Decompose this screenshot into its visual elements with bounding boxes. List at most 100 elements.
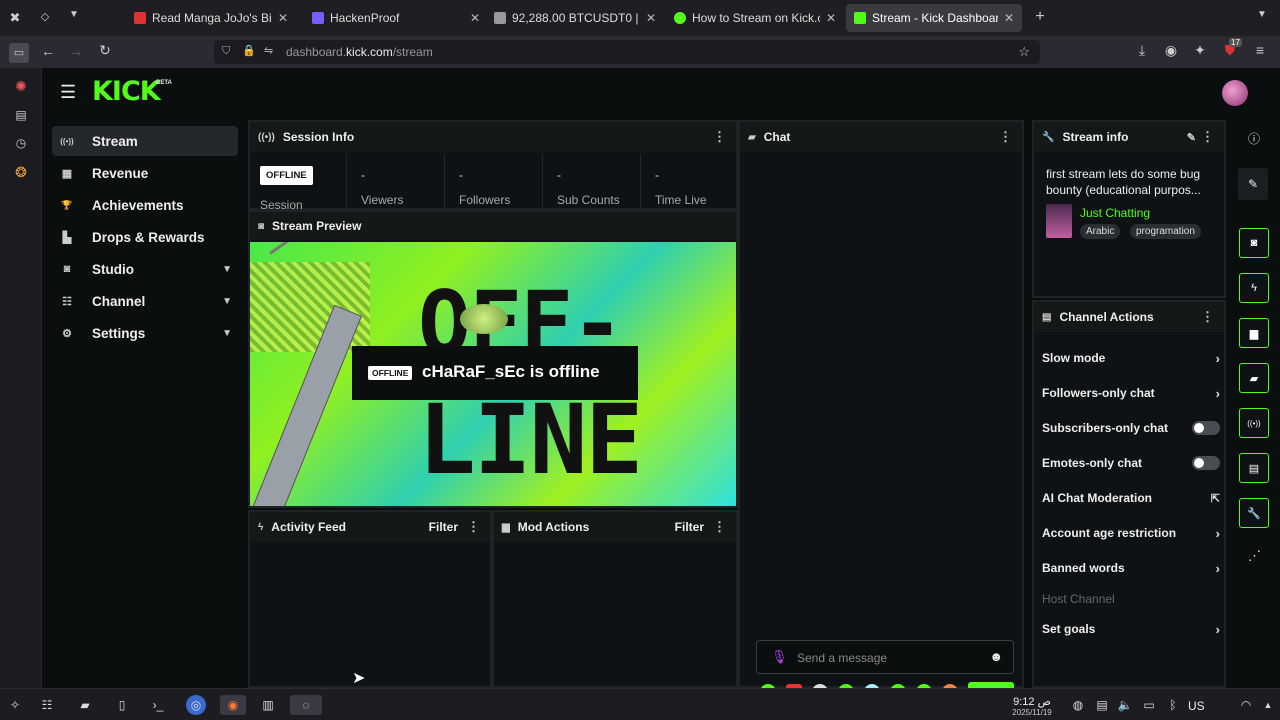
banned-words-row[interactable]: Banned words › bbox=[1042, 556, 1220, 580]
emoji-picker-icon[interactable]: ☻ bbox=[989, 649, 1003, 664]
trash-icon[interactable]: ▥ bbox=[258, 695, 278, 715]
tab-close-icon[interactable]: ✕ bbox=[278, 11, 288, 25]
panel-title: Chat bbox=[763, 130, 791, 144]
tab-how-to-stream[interactable]: How to Stream on Kick.con ✕ bbox=[666, 4, 844, 32]
followers-only-row[interactable]: Followers-only chat › bbox=[1042, 381, 1220, 405]
wifi-icon[interactable]: ◠ bbox=[1236, 695, 1256, 715]
terminal-icon[interactable]: ›_ bbox=[148, 695, 168, 715]
sidebar-extension-icon[interactable]: ❂ bbox=[11, 164, 31, 181]
new-tab-plus-icon[interactable]: + bbox=[1030, 8, 1050, 26]
app-launcher-icon[interactable]: ✧ bbox=[5, 695, 25, 715]
tab-hackenproof[interactable]: HackenProof ✕ bbox=[304, 4, 488, 32]
clock[interactable]: ص 9:12 bbox=[1004, 695, 1060, 708]
bookmark-star-icon[interactable]: ☆ bbox=[1018, 44, 1030, 60]
menu-hamburger-icon[interactable]: ≡ bbox=[1250, 42, 1270, 58]
kebab-menu-icon[interactable]: ⋮ bbox=[713, 129, 726, 145]
ai-chat-moderation-row[interactable]: AI Chat Moderation ⇱ bbox=[1042, 486, 1220, 510]
extensions-icon[interactable]: ✦ bbox=[1190, 42, 1210, 59]
tool-channel-actions-icon[interactable]: ▤ bbox=[1239, 453, 1269, 483]
stream-info-header: 🔧 Stream info ✎ ⋮ bbox=[1034, 122, 1224, 152]
nav-item-stream[interactable]: ((•)) Stream bbox=[52, 126, 238, 156]
kebab-menu-icon[interactable]: ⋮ bbox=[1201, 129, 1214, 145]
tab-close-icon[interactable]: ✕ bbox=[1004, 11, 1014, 25]
set-goals-row[interactable]: Set goals › bbox=[1042, 617, 1220, 641]
account-icon[interactable]: ◉ bbox=[1161, 42, 1181, 59]
obs-tray-icon[interactable]: ◍ bbox=[1068, 695, 1088, 715]
info-icon[interactable]: ⓘ bbox=[1248, 130, 1260, 147]
tab-close-icon[interactable]: ✕ bbox=[646, 11, 656, 25]
account-age-row[interactable]: Account age restriction › bbox=[1042, 521, 1220, 545]
kebab-menu-icon[interactable]: ⋮ bbox=[1201, 309, 1214, 325]
row-label: Followers-only chat bbox=[1042, 386, 1155, 400]
tool-chat-icon[interactable]: ▰ bbox=[1239, 363, 1269, 393]
tool-mod-actions-icon[interactable]: ▆ bbox=[1239, 318, 1269, 348]
tab-manga[interactable]: Read Manga JoJo's Bizarre ✕ bbox=[126, 4, 296, 32]
emotes-only-toggle[interactable] bbox=[1192, 456, 1220, 470]
nav-item-revenue[interactable]: ▦ Revenue bbox=[52, 158, 238, 188]
kebab-menu-icon[interactable]: ⋮ bbox=[999, 129, 1012, 145]
tag-chip[interactable]: Arabic bbox=[1080, 224, 1121, 239]
nav-item-achievements[interactable]: 🏆 Achievements bbox=[52, 190, 238, 220]
lock-icon[interactable]: 🔒 bbox=[242, 44, 256, 57]
tool-activity-icon[interactable]: ϟ bbox=[1239, 273, 1269, 303]
tray-expand-icon[interactable]: ▲ bbox=[1258, 695, 1278, 715]
manga-favicon-icon bbox=[134, 12, 146, 24]
tag-chip[interactable]: programation bbox=[1130, 224, 1201, 239]
file-manager-icon[interactable]: ▰ bbox=[75, 695, 95, 715]
sidebar-ai-icon[interactable]: ✺ bbox=[11, 78, 31, 95]
tab-kick-dashboard[interactable]: Stream - Kick Dashboard ✕ bbox=[846, 4, 1022, 32]
nav-item-drops-rewards[interactable]: ▙ Drops & Rewards bbox=[52, 222, 238, 252]
slow-mode-row[interactable]: Slow mode › bbox=[1042, 346, 1220, 370]
category-link[interactable]: Just Chatting bbox=[1080, 206, 1150, 220]
nav-item-channel[interactable]: ☷ Channel ▼ bbox=[52, 286, 238, 316]
list-all-tabs-icon[interactable]: ▼ bbox=[1252, 9, 1272, 20]
reload-icon[interactable]: ↻ bbox=[95, 42, 115, 59]
nav-item-settings[interactable]: ⚙ Settings ▼ bbox=[52, 318, 238, 348]
edit-pencil-icon[interactable]: ✎ bbox=[1187, 131, 1196, 144]
nav-label: Settings bbox=[92, 325, 146, 341]
kebab-menu-icon[interactable]: ⋮ bbox=[713, 519, 726, 535]
mod-filter-button[interactable]: Filter bbox=[675, 520, 704, 534]
chat-input[interactable]: 🎙 Send a message ☻ bbox=[756, 640, 1014, 674]
tool-session-icon[interactable]: ((•)) bbox=[1239, 408, 1269, 438]
task-manager-icon[interactable]: ☷ bbox=[37, 695, 57, 715]
permissions-icon[interactable]: ⇋ bbox=[264, 44, 273, 57]
bluetooth-icon[interactable]: ᛒ bbox=[1163, 695, 1183, 715]
sidebar-bookmarks-icon[interactable]: ▤ bbox=[11, 108, 31, 122]
tab-list-chevron-icon[interactable]: ▼ bbox=[64, 9, 84, 20]
battery-icon[interactable]: ▭ bbox=[1139, 695, 1159, 715]
microphone-icon[interactable]: 🎙 bbox=[771, 649, 788, 665]
keyboard-layout[interactable]: US bbox=[1188, 699, 1205, 713]
downloads-icon[interactable]: ⤓ bbox=[1132, 42, 1152, 59]
kick-logo[interactable]: KICK bbox=[92, 76, 161, 107]
firefox-icon[interactable]: ◉ bbox=[220, 695, 246, 715]
url-bar[interactable]: ⛉ 🔒 ⇋ dashboard. kick.com/stream ☆ bbox=[214, 40, 1040, 64]
sidebar-history-icon[interactable]: ◷ bbox=[11, 136, 31, 150]
tool-stream-info-icon[interactable]: 🔧 bbox=[1239, 498, 1269, 528]
tab-close-icon[interactable]: ✕ bbox=[470, 11, 480, 25]
overview-icon[interactable]: ◇ bbox=[35, 10, 55, 23]
window-close-icon[interactable]: ✖ bbox=[5, 10, 25, 26]
kebab-menu-icon[interactable]: ⋮ bbox=[467, 519, 480, 535]
edit-layout-pencil-icon[interactable]: ✎ bbox=[1238, 168, 1268, 200]
activity-filter-button[interactable]: Filter bbox=[429, 520, 458, 534]
user-avatar[interactable] bbox=[1222, 80, 1248, 106]
share-icon[interactable]: ⋰ bbox=[1248, 548, 1261, 564]
app-icon[interactable]: ◎ bbox=[186, 695, 206, 715]
nav-item-studio[interactable]: ◙ Studio ▼ bbox=[52, 254, 238, 284]
clipboard-icon[interactable]: ▤ bbox=[1092, 695, 1112, 715]
stat-value: - bbox=[459, 168, 463, 182]
shield-icon[interactable]: ⛉ bbox=[222, 45, 230, 58]
forward-arrow-icon[interactable]: → bbox=[66, 43, 86, 59]
tab-close-icon[interactable]: ✕ bbox=[826, 11, 836, 25]
hamburger-menu-icon[interactable]: ☰ bbox=[60, 82, 76, 103]
volume-icon[interactable]: 🔈 bbox=[1115, 695, 1135, 715]
tab-btcusdt[interactable]: 92,288.00 BTCUSDT0 | Nac ✕ bbox=[486, 4, 664, 32]
document-icon[interactable]: ▯ bbox=[112, 695, 132, 715]
sidebar-toggle-icon[interactable]: ▭ bbox=[9, 43, 29, 63]
back-arrow-icon[interactable]: ← bbox=[38, 43, 58, 59]
subscribers-only-toggle[interactable] bbox=[1192, 421, 1220, 435]
obs-icon[interactable]: ◌ bbox=[290, 695, 322, 715]
tool-preview-icon[interactable]: ◙ bbox=[1239, 228, 1269, 258]
stat-label: Sub Counts bbox=[557, 193, 620, 207]
